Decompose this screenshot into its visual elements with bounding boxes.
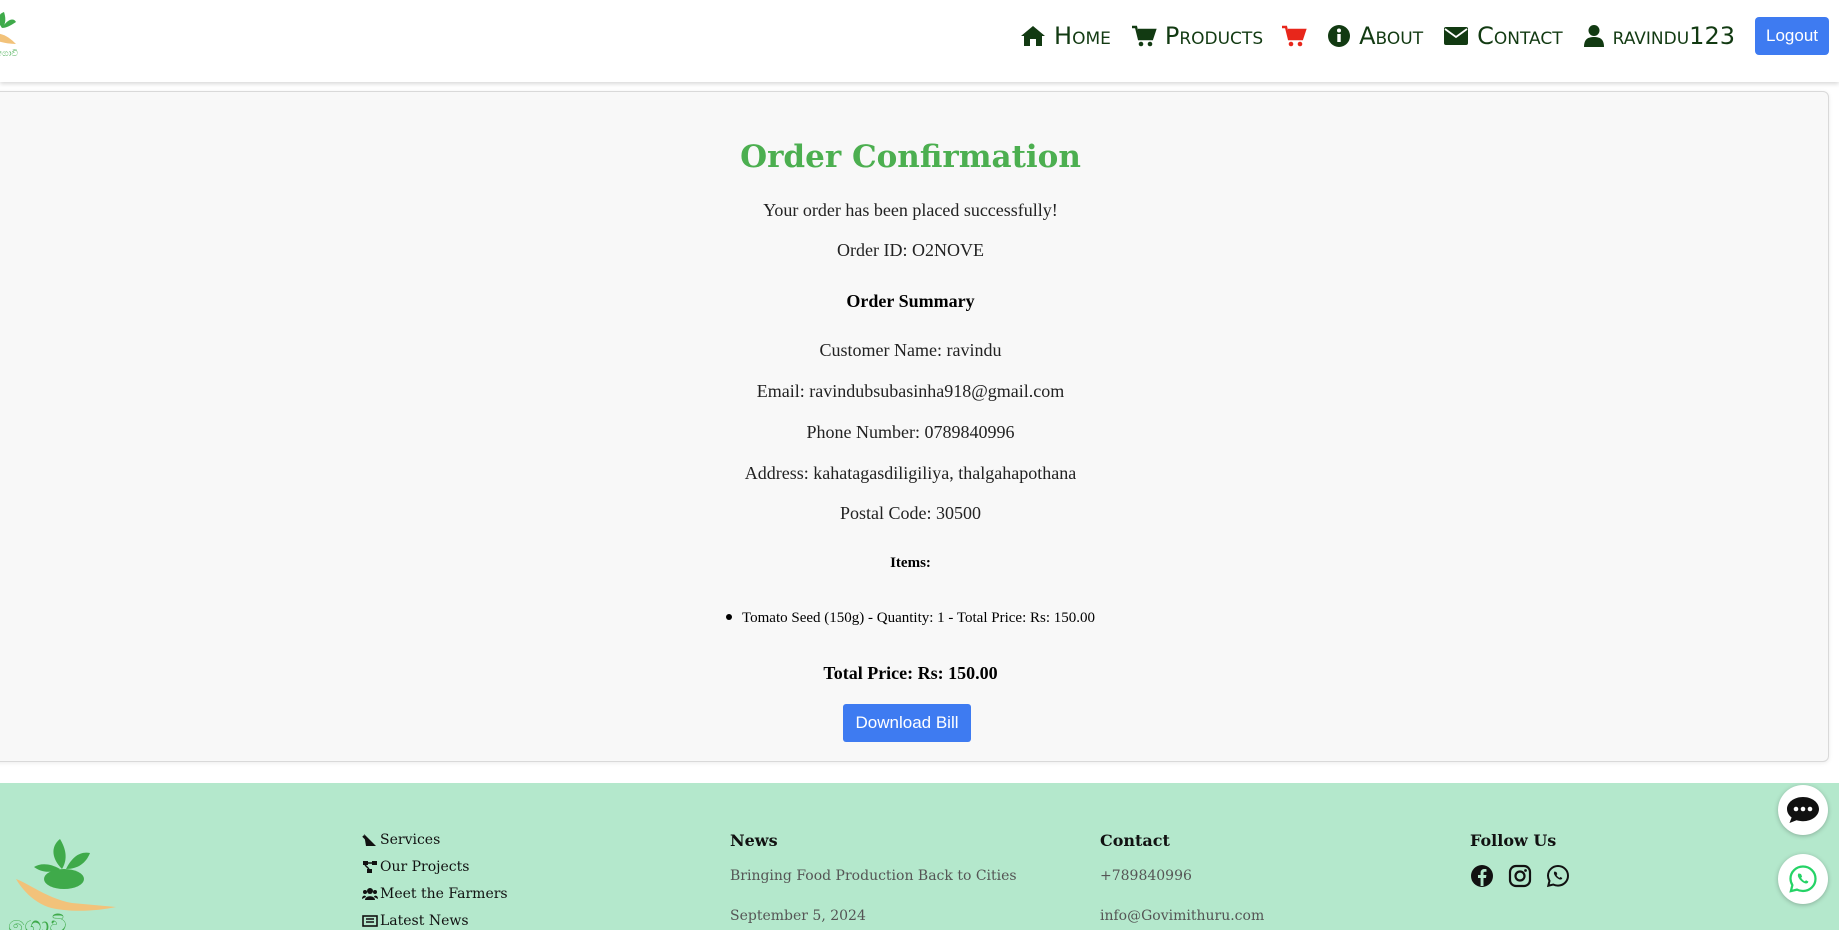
news-headline[interactable]: Bringing Food Production Back to Cities [730,868,1017,884]
footer: ගොවි Services Our Projects Meet the Farm… [0,783,1839,930]
customer-address: Address: kahatagasdiligiliya, thalgahapo… [744,463,1077,483]
project-diagram-icon [363,860,377,873]
item-text: Tomato Seed (150g) - Quantity: 1 - Total… [742,610,1095,626]
instagram-icon[interactable] [1508,864,1532,888]
follow-heading: Follow Us [1470,831,1557,850]
services-column: Services Our Projects Meet the Farmers L… [362,826,508,930]
plow-icon [362,833,376,846]
contact-email[interactable]: info@Govimithuru.com [1100,908,1264,924]
user-icon [1583,25,1604,47]
total-price: Total Price: Rs: 150.00 [823,663,998,683]
news-column: News Bringing Food Production Back to Ci… [730,817,1017,924]
download-bill-button[interactable]: Download Bill [843,704,971,742]
users-icon [362,887,378,900]
success-message: Your order has been placed successfully! [763,200,1058,220]
cart-icon [1131,25,1157,47]
nav-user[interactable]: ravindu123 [1583,22,1735,50]
list-item: Tomato Seed (150g) - Quantity: 1 - Total… [0,610,1828,627]
bullet-icon [726,613,732,620]
news-date: September 5, 2024 [730,908,866,924]
whatsapp-icon [1789,865,1817,893]
order-confirmation-card: Order Confirmation Your order has been p… [0,91,1829,762]
newspaper-icon [362,914,378,927]
logout-button[interactable]: Logout [1755,17,1829,55]
social-links [1470,864,1584,888]
comment-dots-icon [1787,797,1819,823]
customer-email: Email: ravindubsubasinha918@gmail.com [756,381,1065,401]
nav-home[interactable]: Home [1020,22,1111,50]
footer-logo[interactable]: ගොවි [8,819,138,930]
nav-about-label: About [1359,22,1424,50]
footer-link-news[interactable]: Latest News [362,907,508,930]
chat-button[interactable] [1778,785,1828,835]
nav-home-label: Home [1054,22,1111,50]
nav-contact-label: Contact [1477,22,1563,50]
contact-phone: +789840996 [1100,868,1192,884]
whatsapp-icon[interactable] [1546,864,1570,888]
postal-code: Postal Code: 30500 [839,503,981,523]
footer-link-farmers[interactable]: Meet the Farmers [362,880,508,907]
customer-name: Customer Name: ravindu [819,340,1002,360]
whatsapp-button[interactable] [1778,854,1828,904]
order-id: Order ID: O2NOVE [837,240,984,260]
nav-contact[interactable]: Contact [1443,22,1563,50]
follow-column: Follow Us [1470,817,1584,888]
envelope-icon [1444,27,1469,45]
customer-phone: Phone Number: 0789840996 [806,422,1015,442]
facebook-icon[interactable] [1470,864,1494,888]
nav-about[interactable]: About [1327,22,1423,50]
nav-products-label: Products [1164,22,1264,50]
contact-heading: Contact [1100,831,1170,850]
logo[interactable]: ගොවි [0,6,30,58]
footer-link-services[interactable]: Services [362,826,508,853]
info-icon [1328,25,1351,47]
nav-products[interactable]: Products [1131,22,1263,50]
nav-user-label: ravindu123 [1612,22,1735,50]
footer-link-projects[interactable]: Our Projects [362,853,508,880]
cart-icon [1282,25,1307,47]
page-title: Order Confirmation [740,139,1081,175]
news-heading: News [730,831,778,850]
items-heading: Items: [890,555,931,571]
svg-text:ගොවි: ගොවි [8,911,67,930]
top-navbar: ගොවි Home Products About Contact ravindu… [0,0,1839,82]
contact-column: Contact +789840996 info@Govimithuru.com [1100,817,1264,924]
home-icon [1021,26,1046,46]
nav-cart[interactable] [1281,25,1307,47]
main-nav: Home Products About Contact ravindu123 L… [1000,16,1829,56]
svg-text:ගොවි: ගොවි [0,48,19,58]
order-summary-heading: Order Summary [846,291,975,311]
